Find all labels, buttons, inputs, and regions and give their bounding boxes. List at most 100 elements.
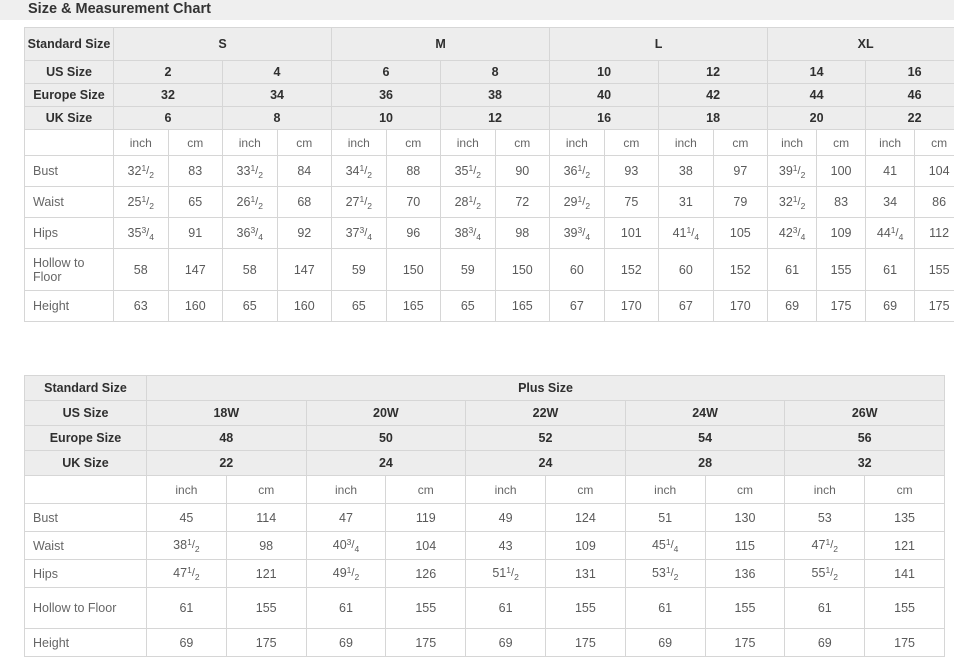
measure-value-cell: 69 — [466, 629, 546, 657]
unit-header-cm: cm — [604, 130, 659, 156]
measure-value-cell: 150 — [495, 249, 550, 291]
size-value-cell: 44 — [768, 84, 866, 107]
row-header-us-size: US Size — [25, 401, 147, 426]
measure-value-cell: 321/2 — [114, 156, 169, 187]
measure-value-cell: 155 — [865, 588, 945, 629]
measure-value-cell: 155 — [226, 588, 306, 629]
measure-value-cell: 155 — [545, 588, 625, 629]
measure-value-cell: 130 — [705, 504, 785, 532]
unit-header-cm: cm — [915, 130, 954, 156]
table-row: Bust4511447119491245113053135 — [25, 504, 945, 532]
measure-value-cell: 165 — [386, 291, 441, 322]
measure-value-cell: 363/4 — [223, 218, 278, 249]
table-row: Waist251/265261/268271/270281/272291/275… — [25, 187, 954, 218]
measure-value-cell: 58 — [223, 249, 278, 291]
table-row: Europe Size4850525456 — [25, 426, 945, 451]
standard-size-table-body: Standard SizeSMLXLUS Size246810121416Eur… — [25, 28, 954, 322]
size-value-cell: 14 — [768, 61, 866, 84]
measure-value-cell: 491/2 — [306, 560, 386, 588]
measure-value-cell: 531/2 — [625, 560, 705, 588]
standard-size-table: Standard SizeSMLXLUS Size246810121416Eur… — [24, 27, 954, 322]
measure-value-cell: 160 — [277, 291, 332, 322]
size-value-cell: 18W — [147, 401, 307, 426]
row-header-uk-size: UK Size — [25, 451, 147, 476]
measure-value-cell: 393/4 — [550, 218, 605, 249]
plus-size-table: Standard SizePlus SizeUS Size18W20W22W24… — [24, 375, 945, 657]
size-value-cell: 26W — [785, 401, 945, 426]
measure-value-cell: 124 — [545, 504, 625, 532]
measure-value-cell: 31 — [659, 187, 714, 218]
measure-value-cell: 61 — [785, 588, 865, 629]
size-value-cell: 22 — [866, 107, 954, 130]
measure-value-cell: 84 — [277, 156, 332, 187]
table-row: Bust321/283331/284341/288351/290361/2933… — [25, 156, 954, 187]
size-value-cell: 12 — [441, 107, 550, 130]
measure-value-cell: 67 — [659, 291, 714, 322]
size-value-cell: 8 — [441, 61, 550, 84]
measure-label-height: Height — [25, 629, 147, 657]
measure-value-cell: 59 — [332, 249, 387, 291]
unit-header-cm: cm — [495, 130, 550, 156]
measure-value-cell: 155 — [705, 588, 785, 629]
table-row: UK Size2224242832 — [25, 451, 945, 476]
measure-value-cell: 175 — [545, 629, 625, 657]
measure-value-cell: 51 — [625, 504, 705, 532]
size-value-cell: 20W — [306, 401, 466, 426]
table-row: Hollow to Floor5814758147591505915060152… — [25, 249, 954, 291]
measure-value-cell: 281/2 — [441, 187, 496, 218]
measure-value-cell: 104 — [915, 156, 954, 187]
measure-value-cell: 119 — [386, 504, 466, 532]
size-value-cell: 22W — [466, 401, 626, 426]
measure-value-cell: 152 — [713, 249, 768, 291]
measure-value-cell: 98 — [495, 218, 550, 249]
size-value-cell: 36 — [332, 84, 441, 107]
page-title: Size & Measurement Chart — [28, 0, 211, 19]
unit-header-cm: cm — [386, 130, 441, 156]
unit-header-cm: cm — [713, 130, 768, 156]
measure-value-cell: 381/2 — [147, 532, 227, 560]
measure-value-cell: 34 — [866, 187, 915, 218]
size-value-cell: 4 — [223, 61, 332, 84]
table-row: Standard SizeSMLXL — [25, 28, 954, 61]
measure-value-cell: 155 — [915, 249, 954, 291]
measure-label-hollow-to-floor: Hollow to Floor — [25, 249, 114, 291]
group-header-s: S — [114, 28, 332, 61]
measure-value-cell: 93 — [604, 156, 659, 187]
unit-header-cm: cm — [545, 476, 625, 504]
table-row: Hips353/491363/492373/496383/498393/4101… — [25, 218, 954, 249]
measure-value-cell: 65 — [332, 291, 387, 322]
measure-value-cell: 86 — [915, 187, 954, 218]
measure-value-cell: 251/2 — [114, 187, 169, 218]
measure-value-cell: 136 — [705, 560, 785, 588]
unit-header-inch: inch — [147, 476, 227, 504]
table-row: UK Size68101216182022 — [25, 107, 954, 130]
unit-row-blank-label — [25, 476, 147, 504]
measure-value-cell: 59 — [441, 249, 496, 291]
measure-value-cell: 109 — [817, 218, 866, 249]
unit-header-inch: inch — [466, 476, 546, 504]
group-header-m: M — [332, 28, 550, 61]
measure-value-cell: 411/4 — [659, 218, 714, 249]
measure-value-cell: 131 — [545, 560, 625, 588]
measure-value-cell: 175 — [817, 291, 866, 322]
table-row: inchcminchcminchcminchcminchcminchcminch… — [25, 130, 954, 156]
measure-value-cell: 45 — [147, 504, 227, 532]
size-value-cell: 56 — [785, 426, 945, 451]
unit-header-inch: inch — [550, 130, 605, 156]
measure-value-cell: 135 — [865, 504, 945, 532]
measure-value-cell: 98 — [226, 532, 306, 560]
measure-label-bust: Bust — [25, 156, 114, 187]
measure-value-cell: 53 — [785, 504, 865, 532]
measure-value-cell: 63 — [114, 291, 169, 322]
measure-value-cell: 65 — [223, 291, 278, 322]
measure-value-cell: 104 — [386, 532, 466, 560]
measure-value-cell: 90 — [495, 156, 550, 187]
measure-value-cell: 121 — [865, 532, 945, 560]
measure-value-cell: 261/2 — [223, 187, 278, 218]
size-value-cell: 28 — [625, 451, 785, 476]
measure-value-cell: 67 — [550, 291, 605, 322]
measure-value-cell: 391/2 — [768, 156, 817, 187]
table-row: Height6917569175691756917569175 — [25, 629, 945, 657]
size-value-cell: 54 — [625, 426, 785, 451]
measure-value-cell: 175 — [705, 629, 785, 657]
